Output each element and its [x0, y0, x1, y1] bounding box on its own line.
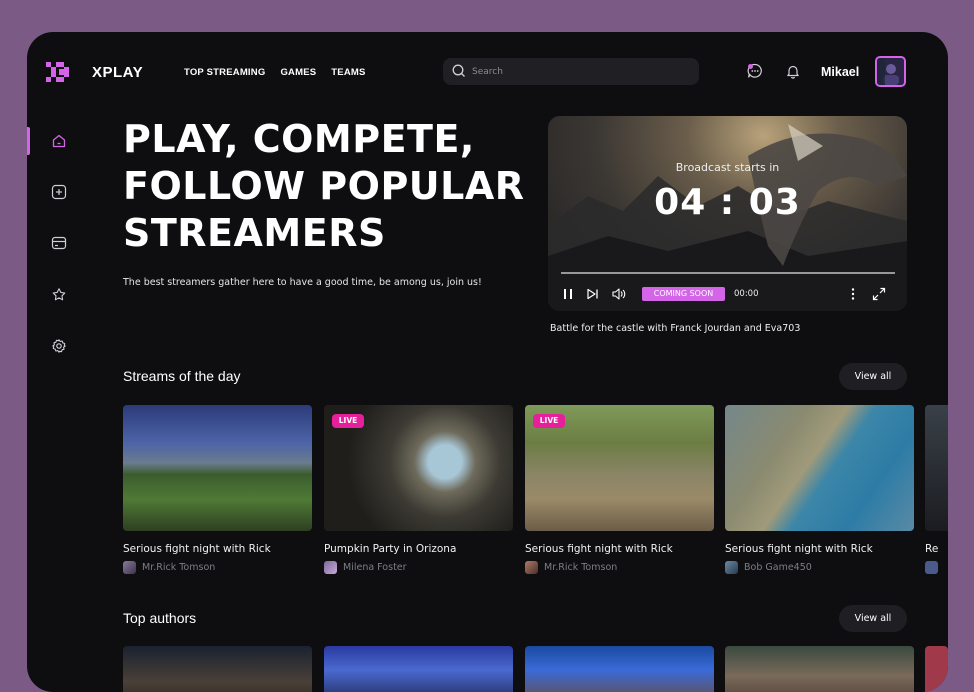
add-square-icon[interactable]	[51, 184, 67, 200]
live-badge: LIVE	[332, 414, 364, 428]
nav-games[interactable]: GAMES	[280, 67, 316, 78]
skip-next-icon[interactable]	[586, 287, 600, 301]
stream-card[interactable]: Serious fight night with Rick Bob Game45…	[725, 405, 914, 574]
hero-title: PLAY, COMPETE, FOLLOW POPULAR STREAMERS	[123, 117, 525, 255]
author-name: Mr.Rick Tomson	[142, 562, 216, 573]
more-options-icon[interactable]	[850, 287, 856, 301]
settings-icon[interactable]	[51, 338, 67, 354]
player-caption: Battle for the castle with Franck Jourda…	[550, 323, 801, 334]
card-icon[interactable]	[51, 235, 67, 251]
username[interactable]: Mikael	[821, 65, 859, 79]
player-progress-bar[interactable]	[561, 272, 895, 274]
countdown-timer: 04 : 03	[654, 182, 801, 223]
search-input[interactable]	[472, 58, 682, 85]
stream-card[interactable]: Serious fight night with Rick Mr.Rick To…	[123, 405, 312, 574]
stream-title[interactable]: Serious fight night with Rick	[725, 543, 914, 555]
nav-teams[interactable]: TEAMS	[331, 67, 365, 78]
author-avatar	[324, 561, 337, 574]
stream-title[interactable]: Pumpkin Party in Orizona	[324, 543, 513, 555]
author-thumbnail[interactable]	[725, 646, 914, 692]
notification-dot	[748, 64, 753, 69]
author-avatar	[925, 561, 938, 574]
stream-author[interactable]: Bob Game450	[725, 561, 914, 574]
stream-thumbnail[interactable]: LIVE	[525, 405, 714, 531]
stream-card[interactable]: LIVE Serious fight night with Rick Mr.Ri…	[525, 405, 714, 574]
player-time: 00:00	[734, 289, 759, 299]
stream-title[interactable]: Re	[925, 543, 948, 555]
author-thumbnail[interactable]	[324, 646, 513, 692]
author-thumbnail[interactable]	[925, 646, 948, 692]
star-badge-icon[interactable]	[51, 287, 67, 303]
stream-thumbnail[interactable]: LIVE	[324, 405, 513, 531]
search-icon	[452, 64, 465, 77]
authors-section-title: Top authors	[123, 610, 197, 626]
stream-title[interactable]: Serious fight night with Rick	[525, 543, 714, 555]
stream-author[interactable]: Mr.Rick Tomson	[123, 561, 312, 574]
stream-card[interactable]: Re	[925, 405, 948, 574]
user-avatar[interactable]	[875, 56, 906, 87]
hero-subtitle: The best streamers gather here to have a…	[123, 277, 482, 288]
streams-view-all-button[interactable]: View all	[839, 363, 907, 390]
author-thumbnail[interactable]	[123, 646, 312, 692]
nav-top-streaming[interactable]: TOP STREAMING	[184, 67, 265, 78]
app-window: XPLAY TOP STREAMING GAMES TEAMS Mikael	[27, 32, 948, 692]
broadcast-label: Broadcast starts in	[675, 161, 780, 174]
streams-section-title: Streams of the day	[123, 368, 241, 384]
top-nav: TOP STREAMING GAMES TEAMS	[184, 67, 366, 78]
brand-name: XPLAY	[92, 64, 144, 81]
author-avatar	[525, 561, 538, 574]
author-name: Bob Game450	[744, 562, 812, 573]
authors-view-all-button[interactable]: View all	[839, 605, 907, 632]
author-avatar	[123, 561, 136, 574]
coming-soon-badge: COMING SOON	[642, 287, 725, 301]
sidebar-active-indicator	[27, 127, 30, 155]
home-icon[interactable]	[51, 133, 67, 149]
stream-thumbnail[interactable]	[123, 405, 312, 531]
bell-icon[interactable]	[786, 64, 800, 79]
live-badge: LIVE	[533, 414, 565, 428]
pause-icon[interactable]	[562, 287, 574, 301]
stream-thumbnail[interactable]	[925, 405, 948, 531]
author-name: Mr.Rick Tomson	[544, 562, 618, 573]
author-thumbnail[interactable]	[525, 646, 714, 692]
video-player[interactable]: Broadcast starts in 04 : 03 COMING SOON …	[548, 116, 907, 311]
stream-author[interactable]: Mr.Rick Tomson	[525, 561, 714, 574]
stream-author[interactable]	[925, 561, 948, 574]
xplay-logo-icon[interactable]	[46, 62, 72, 82]
stream-title[interactable]: Serious fight night with Rick	[123, 543, 312, 555]
stream-thumbnail[interactable]	[725, 405, 914, 531]
stream-card[interactable]: LIVE Pumpkin Party in Orizona Milena Fos…	[324, 405, 513, 574]
volume-icon[interactable]	[611, 287, 627, 301]
stream-author[interactable]: Milena Foster	[324, 561, 513, 574]
author-name: Milena Foster	[343, 562, 407, 573]
fullscreen-icon[interactable]	[872, 287, 886, 301]
search-bar	[443, 58, 699, 85]
author-avatar	[725, 561, 738, 574]
